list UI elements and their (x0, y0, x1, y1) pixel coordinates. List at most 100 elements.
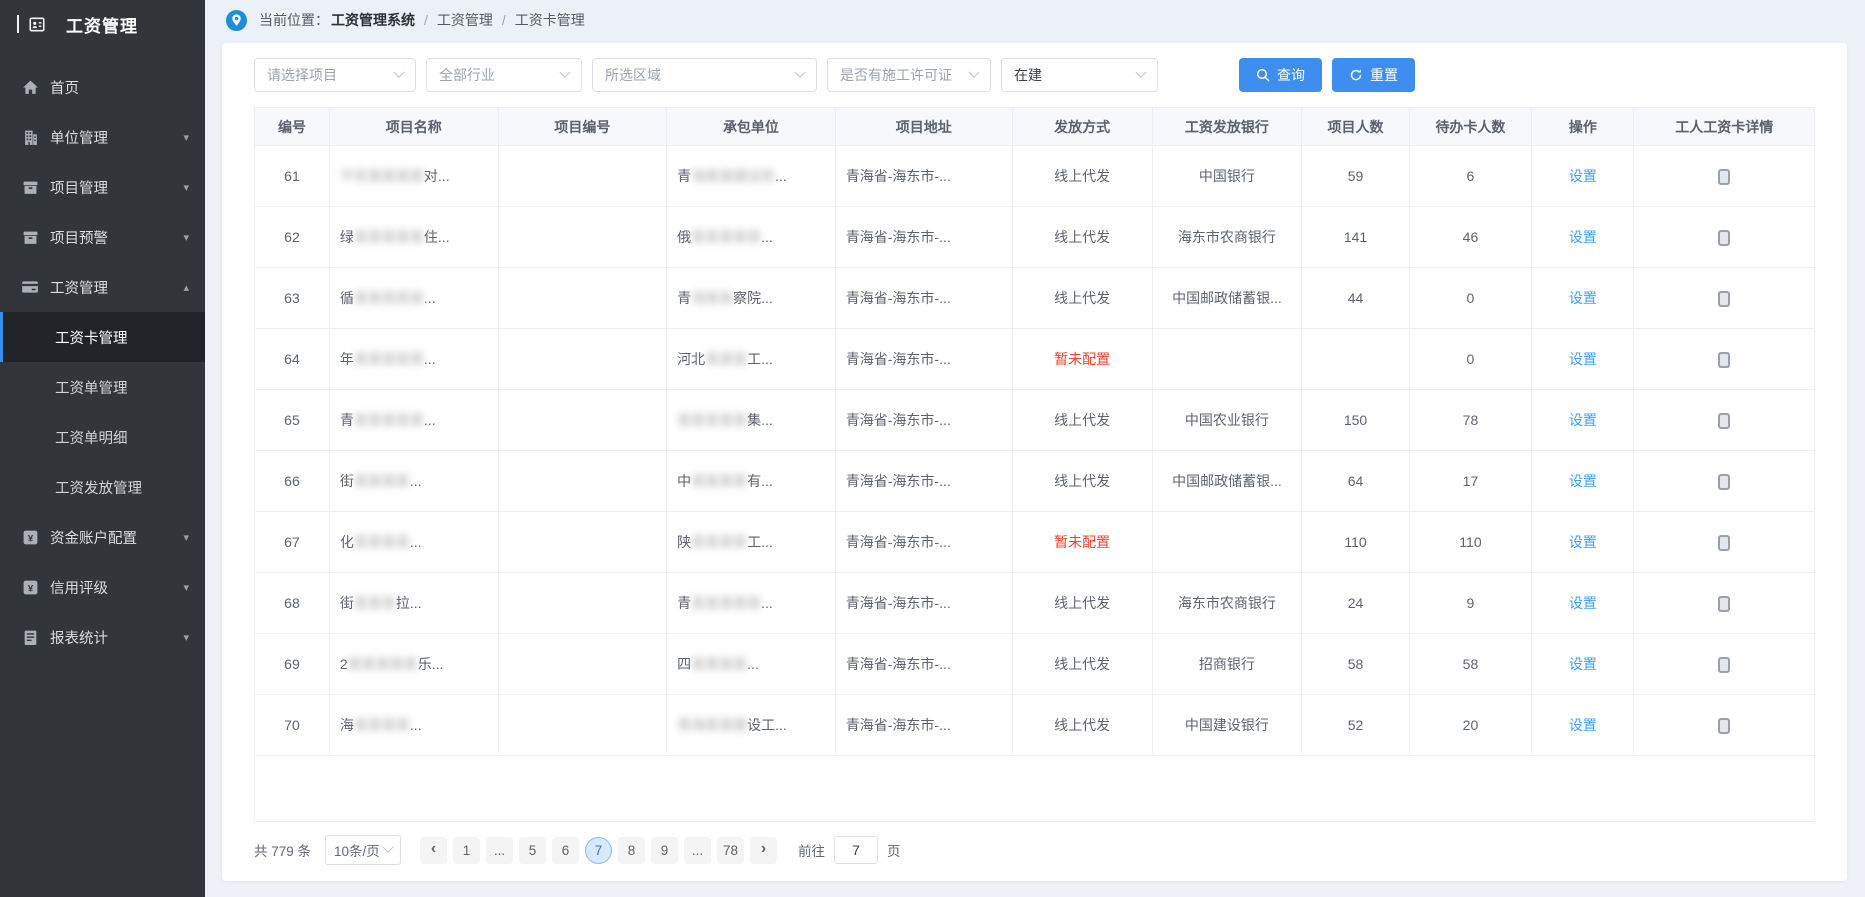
wage-card-detail-icon[interactable] (1718, 413, 1730, 429)
sidebar-item-单位管理[interactable]: 单位管理▾ (0, 112, 205, 162)
sidebar-item-label: 项目预警 (50, 227, 183, 248)
cell-pending-cards: 9 (1409, 573, 1532, 634)
chevron-down-icon: ▾ (183, 581, 189, 594)
cell-id: 63 (255, 268, 330, 329)
page-button-5[interactable]: 5 (519, 837, 546, 864)
reset-button[interactable]: 重置 (1332, 58, 1415, 92)
goto-unit: 页 (887, 840, 901, 860)
cell-people-count: 24 (1302, 573, 1409, 634)
cell-id: 62 (255, 207, 330, 268)
blurred-text: 某某某某 (354, 717, 410, 733)
cell-text: 乐... (418, 656, 444, 672)
cell-action: 设置 (1532, 268, 1634, 329)
submenu-item-label: 工资单明细 (55, 427, 128, 448)
wage-card-detail-icon[interactable] (1718, 657, 1730, 673)
blurred-text: 某某某某 (354, 473, 410, 489)
cell-project-code (498, 512, 667, 573)
cell-text: 街 (340, 595, 354, 611)
goto-label: 前往 (798, 840, 825, 860)
cell-project-code (498, 329, 667, 390)
page-button-7[interactable]: 7 (585, 837, 612, 864)
filter-select-4[interactable]: 是否有施工许可证 (827, 58, 991, 92)
breadcrumb-item[interactable]: 工资卡管理 (515, 12, 585, 28)
salary-badge-icon (28, 15, 46, 33)
cell-text: 住... (424, 229, 450, 245)
filter-select-2[interactable]: 全部行业 (426, 58, 582, 92)
table-row: 65青某某某某某...某某某某某集...青海省-海东市-...线上代发中国农业银… (255, 390, 1815, 451)
table-header-row: 编号项目名称项目编号承包单位项目地址发放方式工资发放银行项目人数待办卡人数操作工… (255, 108, 1815, 146)
cell-text: 俄 (677, 229, 691, 245)
wage-card-detail-icon[interactable] (1718, 718, 1730, 734)
table-empty-space (254, 756, 1815, 822)
settings-link[interactable]: 设置 (1569, 229, 1597, 245)
cell-text: 有... (747, 473, 773, 489)
breadcrumb-item[interactable]: 工资管理 (437, 12, 493, 28)
settings-link[interactable]: 设置 (1569, 595, 1597, 611)
projects-table: 编号项目名称项目编号承包单位项目地址发放方式工资发放银行项目人数待办卡人数操作工… (254, 107, 1815, 756)
cell-text: 年 (340, 351, 354, 367)
sidebar: 工资管理 首页单位管理▾项目管理▾项目预警▾工资管理▴工资卡管理工资单管理工资单… (0, 0, 205, 897)
page-button-8[interactable]: 8 (618, 837, 645, 864)
submenu-工资管理: 工资卡管理工资单管理工资单明细工资发放管理 (0, 312, 205, 512)
table-row: 61平安某某某某对...青海某某建设有...青海省-海东市-...线上代发中国银… (255, 146, 1815, 207)
table-row: 68街某某某拉...青某某某某某...青海省-海东市-...线上代发海东市农商银… (255, 573, 1815, 634)
column-header-项目人数: 项目人数 (1302, 108, 1409, 146)
column-header-操作: 操作 (1532, 108, 1634, 146)
table-row: 63循某某某某某...青海某某察院...青海省-海东市-...线上代发中国邮政储… (255, 268, 1815, 329)
settings-link[interactable]: 设置 (1569, 656, 1597, 672)
table-row: 62绿某某某某某住...俄某某某某某...青海省-海东市-...线上代发海东市农… (255, 207, 1815, 268)
settings-link[interactable]: 设置 (1569, 351, 1597, 367)
wage-card-detail-icon[interactable] (1718, 352, 1730, 368)
submenu-item-工资单明细[interactable]: 工资单明细 (0, 412, 205, 462)
cell-contractor: 中某某某某有... (667, 451, 836, 512)
submenu-item-工资发放管理[interactable]: 工资发放管理 (0, 462, 205, 512)
reset-button-label: 重置 (1370, 65, 1398, 85)
next-page-button[interactable]: › (750, 837, 777, 864)
page-button-9[interactable]: 9 (651, 837, 678, 864)
settings-link[interactable]: 设置 (1569, 534, 1597, 550)
cell-text: ... (761, 595, 773, 611)
filter-select-3[interactable]: 所选区域 (592, 58, 817, 92)
submenu-item-工资卡管理[interactable]: 工资卡管理 (0, 312, 205, 362)
cell-project-code (498, 634, 667, 695)
wage-card-detail-icon[interactable] (1718, 535, 1730, 551)
wage-card-detail-icon[interactable] (1718, 474, 1730, 490)
goto-page-input[interactable] (834, 836, 878, 864)
wage-card-detail-icon[interactable] (1718, 230, 1730, 246)
sidebar-item-报表统计[interactable]: 报表统计▾ (0, 612, 205, 662)
credit-icon: ¥ (21, 578, 39, 596)
page-size-select[interactable]: 10条/页 (325, 835, 401, 865)
sidebar-item-信用评级[interactable]: ¥信用评级▾ (0, 562, 205, 612)
settings-link[interactable]: 设置 (1569, 290, 1597, 306)
wage-card-detail-icon[interactable] (1718, 169, 1730, 185)
page-button-6[interactable]: 6 (552, 837, 579, 864)
sidebar-item-首页[interactable]: 首页 (0, 62, 205, 112)
sidebar-item-工资管理[interactable]: 工资管理▴ (0, 262, 205, 312)
page-buttons: 1...56789...78 (450, 837, 747, 864)
cell-address: 青海省-海东市-... (835, 268, 1012, 329)
cell-text: ... (761, 229, 773, 245)
breadcrumb-label: 当前位置： (259, 10, 329, 30)
prev-page-button[interactable]: ‹ (420, 837, 447, 864)
wage-card-detail-icon[interactable] (1718, 291, 1730, 307)
pagination: 共 779 条 10条/页 ‹ 1...56789...78 › 前往 页 (254, 835, 1815, 865)
settings-link[interactable]: 设置 (1569, 168, 1597, 184)
search-button[interactable]: 查询 (1239, 58, 1322, 92)
cell-project-name: 街某某某拉... (329, 573, 498, 634)
page-button-78[interactable]: 78 (717, 837, 744, 864)
blurred-text: 某某某某某 (348, 656, 418, 672)
sidebar-item-项目管理[interactable]: 项目管理▾ (0, 162, 205, 212)
sidebar-item-资金账户配置[interactable]: ¥资金账户配置▾ (0, 512, 205, 562)
filter-select-5[interactable]: 在建 (1001, 58, 1158, 92)
cell-text: ... (775, 168, 787, 184)
settings-link[interactable]: 设置 (1569, 473, 1597, 489)
settings-link[interactable]: 设置 (1569, 412, 1597, 428)
page-button-1[interactable]: 1 (453, 837, 480, 864)
filter-select-1[interactable]: 请选择项目 (254, 58, 416, 92)
wage-card-detail-icon[interactable] (1718, 596, 1730, 612)
settings-link[interactable]: 设置 (1569, 717, 1597, 733)
sidebar-item-项目预警[interactable]: 项目预警▾ (0, 212, 205, 262)
blurred-text: 某某某某 (691, 656, 747, 672)
sidebar-item-label: 工资管理 (50, 277, 183, 298)
submenu-item-工资单管理[interactable]: 工资单管理 (0, 362, 205, 412)
